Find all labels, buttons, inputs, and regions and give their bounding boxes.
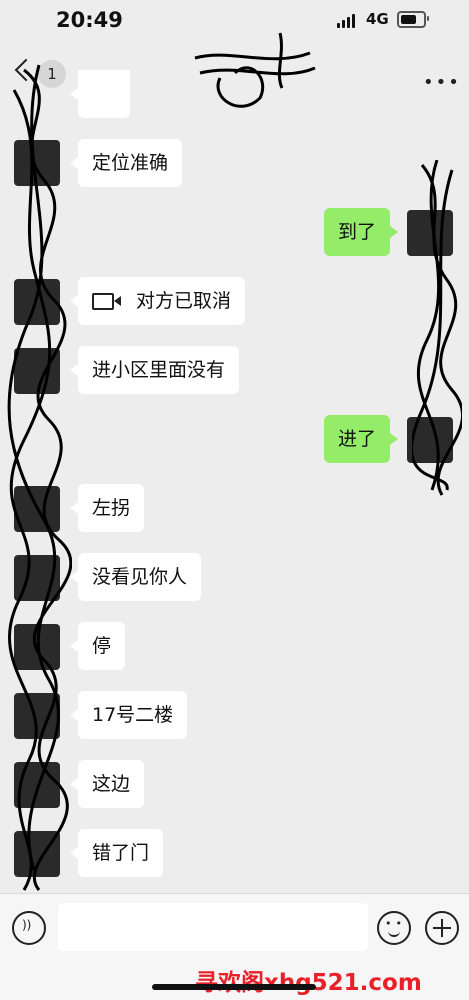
network-type: 4G: [366, 10, 389, 28]
watermark-text: 寻欢阁xhg521.com: [195, 970, 422, 996]
redaction-scribble: [412, 160, 462, 496]
message-input[interactable]: [58, 903, 368, 951]
message-bubble[interactable]: 到了: [323, 208, 399, 256]
battery-icon: [397, 11, 429, 28]
message-bubble[interactable]: 17号二楼: [69, 691, 188, 739]
status-time: 20:49: [56, 8, 123, 32]
message-text: 进了: [337, 428, 376, 450]
message-text: 没看见你人: [92, 566, 188, 588]
signal-icon: [337, 12, 359, 28]
video-call-icon: [92, 293, 121, 310]
message-text: 对方已取消: [136, 290, 232, 312]
redaction-scribble: [7, 64, 72, 891]
voice-input-icon[interactable]: [12, 911, 46, 945]
redaction-scribble: [194, 32, 316, 108]
message-text: 17号二楼: [92, 704, 174, 726]
message-text: 到了: [337, 221, 376, 243]
bottom-area: 寻欢阁xhg521.com: [0, 960, 469, 1000]
home-indicator[interactable]: [152, 984, 316, 990]
message-text: 进小区里面没有: [92, 359, 226, 381]
message-text: 这边: [92, 773, 131, 795]
message-bubble[interactable]: 进小区里面没有: [69, 346, 240, 394]
message-text: 定位准确: [92, 152, 169, 174]
message-text: 停: [92, 635, 112, 657]
partial-message-bubble: [70, 70, 130, 118]
message-bubble[interactable]: 停: [69, 622, 126, 670]
input-bar: [0, 893, 469, 961]
more-options-icon[interactable]: •••: [423, 72, 461, 93]
message-bubble[interactable]: 左拐: [69, 484, 145, 532]
emoji-icon[interactable]: [377, 911, 411, 945]
message-bubble[interactable]: 定位准确: [69, 139, 183, 187]
message-text: 错了门: [92, 842, 150, 864]
message-bubble[interactable]: 进了: [323, 415, 399, 463]
message-bubble[interactable]: 对方已取消: [69, 277, 246, 325]
message-bubble[interactable]: 这边: [69, 760, 145, 808]
plus-icon[interactable]: [425, 911, 459, 945]
message-bubble[interactable]: 错了门: [69, 829, 164, 877]
message-bubble[interactable]: 没看见你人: [69, 553, 202, 601]
message-text: 左拐: [92, 497, 131, 519]
